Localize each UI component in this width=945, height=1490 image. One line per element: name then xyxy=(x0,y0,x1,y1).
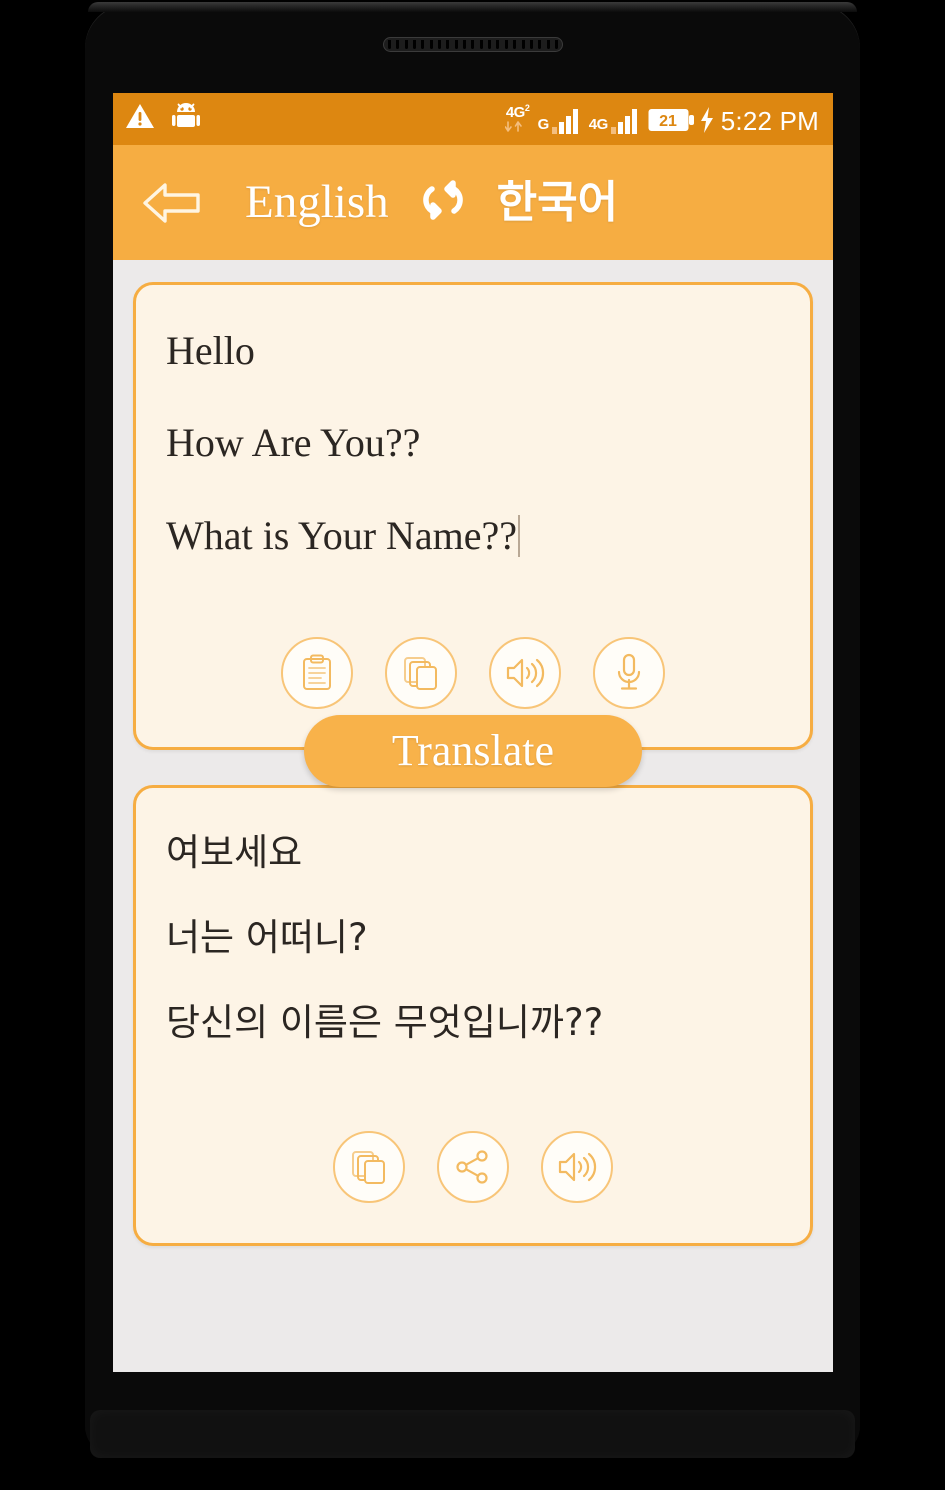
translated-line: 당신의 이름은 무엇입니까?? xyxy=(166,1001,604,1044)
battery-level-label: 21 xyxy=(659,113,677,130)
status-bar: 4G2 G 4G 21 5:22 PM xyxy=(113,93,833,145)
phone-screen: 4G2 G 4G 21 5:22 PM English 한국어 Hello Ho… xyxy=(113,93,833,1372)
speak-button[interactable] xyxy=(489,637,561,709)
signal-2-label: 4G xyxy=(588,116,609,133)
network-type-sub: 2 xyxy=(524,103,530,113)
translate-button-label: Translate xyxy=(391,726,555,775)
content-area: Hello How Are You?? What is Your Name?? xyxy=(113,260,833,1372)
source-line-text: What is Your Name?? xyxy=(166,513,518,558)
source-line-with-caret: What is Your Name?? xyxy=(166,515,780,557)
charging-bolt-icon xyxy=(700,107,713,133)
battery-indicator: 21 xyxy=(648,106,714,134)
swap-languages-button[interactable] xyxy=(415,177,471,228)
battery-icon: 21 xyxy=(648,109,694,131)
signal-bars-icon xyxy=(551,109,578,134)
signal-indicator-1: G xyxy=(538,108,582,134)
source-line: Hello xyxy=(166,328,255,373)
voice-input-button[interactable] xyxy=(593,637,665,709)
signal-1-label: G xyxy=(537,116,550,133)
data-transfer-arrows-icon xyxy=(504,121,522,132)
swap-arrows-icon xyxy=(422,180,463,220)
copy-result-button[interactable] xyxy=(333,1131,405,1203)
clipboard-icon xyxy=(303,654,331,690)
clock-label: 5:22 PM xyxy=(720,106,819,136)
speak-result-button[interactable] xyxy=(541,1131,613,1203)
source-language-label[interactable]: English xyxy=(245,179,389,226)
source-text-area[interactable]: Hello How Are You?? What is Your Name?? xyxy=(136,285,810,557)
text-cursor xyxy=(518,515,521,557)
speaker-icon xyxy=(506,658,545,688)
translate-button[interactable]: Translate xyxy=(304,715,642,787)
android-robot-icon xyxy=(171,102,201,136)
device-top-edge xyxy=(88,2,857,12)
translated-line: 여보세요 xyxy=(166,831,303,874)
translated-text-card[interactable]: 여보세요 너는 어떠니? 당신의 이름은 무엇입니까?? xyxy=(133,785,813,1246)
translated-line: 너는 어떠니? xyxy=(166,916,368,959)
source-line: How Are You?? xyxy=(166,420,421,465)
network-type-label: 4G xyxy=(505,104,526,121)
language-selector-row: English 한국어 xyxy=(245,177,618,228)
target-language-label[interactable]: 한국어 xyxy=(497,180,618,225)
share-icon xyxy=(456,1150,488,1184)
status-bar-right-icons: 4G2 G 4G 21 5:22 PM xyxy=(504,103,819,136)
translated-text-area: 여보세요 너는 어떠니? 당신의 이름은 무엇입니까?? xyxy=(136,788,810,1041)
back-arrow-icon xyxy=(143,182,200,223)
data-network-indicator: 4G2 xyxy=(504,103,531,134)
source-text-card[interactable]: Hello How Are You?? What is Your Name?? xyxy=(133,282,813,750)
device-bottom-bezel xyxy=(90,1410,855,1458)
earpiece-speaker-grille xyxy=(383,37,563,52)
back-button[interactable] xyxy=(141,178,203,228)
signal-indicator-2: 4G xyxy=(589,108,641,134)
speaker-icon xyxy=(558,1152,597,1182)
device-frame: 4G2 G 4G 21 5:22 PM English 한국어 Hello Ho… xyxy=(0,0,945,1490)
microphone-icon xyxy=(617,653,641,690)
translated-action-row xyxy=(136,1131,810,1203)
warning-triangle-icon xyxy=(125,103,155,135)
copy-button[interactable] xyxy=(385,637,457,709)
source-action-row xyxy=(136,637,810,709)
share-result-button[interactable] xyxy=(437,1131,509,1203)
status-bar-left-icons xyxy=(125,102,201,136)
copy-icon xyxy=(404,657,437,690)
signal-bars-icon xyxy=(610,109,637,134)
copy-icon xyxy=(352,1151,385,1184)
paste-button[interactable] xyxy=(281,637,353,709)
app-bar: English 한국어 xyxy=(113,145,833,260)
